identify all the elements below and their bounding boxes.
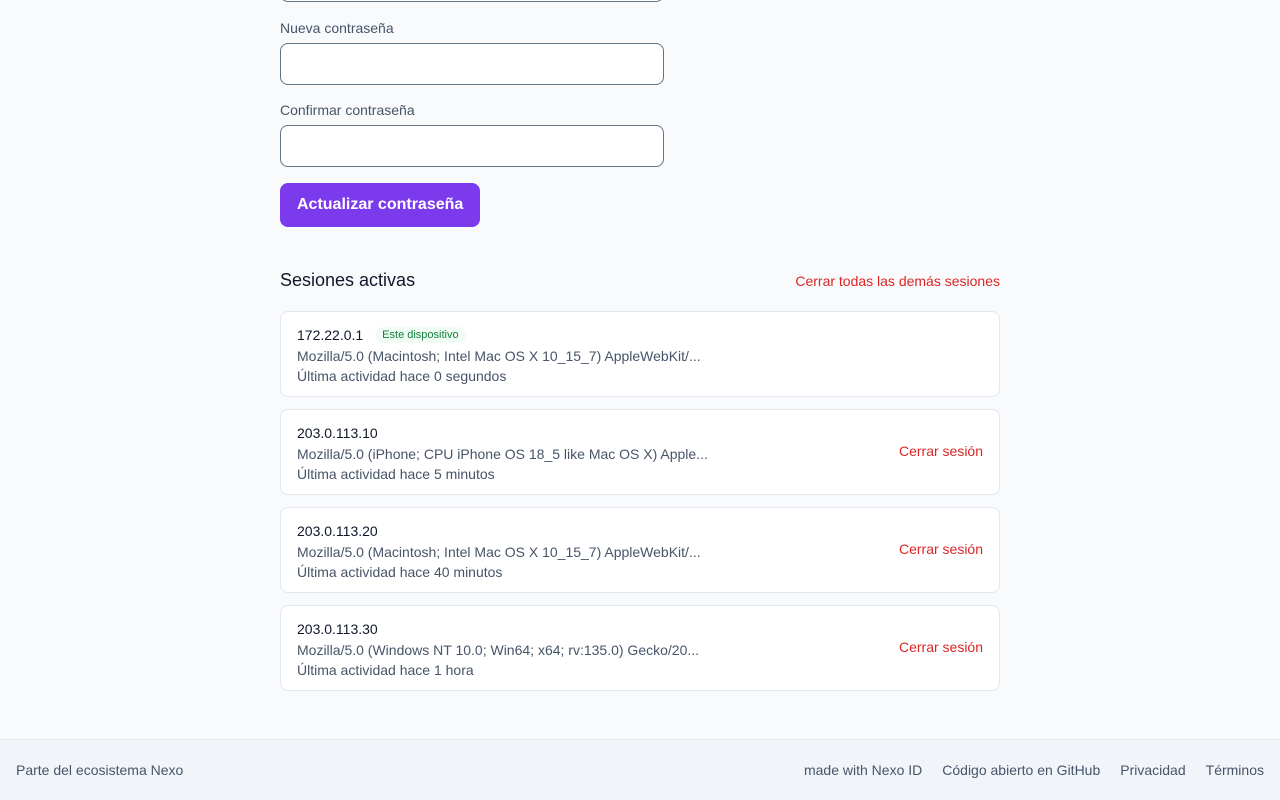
session-ip-row: 203.0.113.10 bbox=[297, 424, 983, 441]
footer-link-privacy[interactable]: Privacidad bbox=[1120, 762, 1185, 778]
session-ip-row: 203.0.113.30 bbox=[297, 620, 983, 637]
footer-link-terms[interactable]: Términos bbox=[1206, 762, 1264, 778]
confirm-password-input[interactable] bbox=[280, 125, 664, 167]
session-user-agent: Mozilla/5.0 (iPhone; CPU iPhone OS 18_5 … bbox=[297, 446, 708, 462]
new-password-input[interactable] bbox=[280, 43, 664, 85]
session-last-activity: Última actividad hace 40 minutos bbox=[297, 564, 503, 580]
account-security-page: Nueva contraseña Confirmar contraseña Ac… bbox=[0, 0, 1280, 800]
new-password-label: Nueva contraseña bbox=[280, 20, 394, 36]
session-ip-row: 203.0.113.20 bbox=[297, 522, 983, 539]
session-card: 203.0.113.30 Mozilla/5.0 (Windows NT 10.… bbox=[280, 605, 1000, 691]
session-ip: 203.0.113.20 bbox=[297, 522, 378, 539]
session-card: 203.0.113.20 Mozilla/5.0 (Macintosh; Int… bbox=[280, 507, 1000, 593]
session-user-agent: Mozilla/5.0 (Macintosh; Intel Mac OS X 1… bbox=[297, 544, 701, 560]
session-last-activity: Última actividad hace 5 minutos bbox=[297, 466, 495, 482]
session-ip: 203.0.113.10 bbox=[297, 424, 378, 441]
session-last-activity: Última actividad hace 0 segundos bbox=[297, 368, 507, 384]
session-last-activity: Última actividad hace 1 hora bbox=[297, 662, 474, 678]
revoke-session-button[interactable]: Cerrar sesión bbox=[899, 639, 983, 655]
revoke-session-button[interactable]: Cerrar sesión bbox=[899, 541, 983, 557]
current-device-badge: Este dispositivo bbox=[375, 326, 466, 343]
session-ip: 203.0.113.30 bbox=[297, 620, 378, 637]
session-ip: 172.22.0.1 bbox=[297, 326, 364, 343]
footer-link-github[interactable]: Código abierto en GitHub bbox=[942, 762, 1100, 778]
confirm-password-label: Confirmar contraseña bbox=[280, 102, 415, 118]
revoke-session-button[interactable]: Cerrar sesión bbox=[899, 443, 983, 459]
footer-link-made-with[interactable]: made with Nexo ID bbox=[804, 762, 922, 778]
session-user-agent: Mozilla/5.0 (Windows NT 10.0; Win64; x64… bbox=[297, 642, 700, 658]
revoke-all-sessions-link[interactable]: Cerrar todas las demás sesiones bbox=[795, 273, 1000, 289]
footer-ecosystem-text: Parte del ecosistema Nexo bbox=[16, 762, 184, 778]
update-password-button[interactable]: Actualizar contraseña bbox=[280, 183, 481, 227]
footer-links: made with Nexo ID Código abierto en GitH… bbox=[804, 762, 1264, 778]
session-user-agent: Mozilla/5.0 (Macintosh; Intel Mac OS X 1… bbox=[297, 348, 701, 364]
active-sessions-title: Sesiones activas bbox=[280, 270, 416, 290]
current-password-input[interactable] bbox=[280, 0, 664, 2]
session-ip-row: 172.22.0.1 Este dispositivo bbox=[297, 326, 983, 343]
session-list: 172.22.0.1 Este dispositivo Mozilla/5.0 … bbox=[280, 311, 1000, 703]
page-footer: Parte del ecosistema Nexo made with Nexo… bbox=[0, 739, 1280, 800]
session-card-current: 172.22.0.1 Este dispositivo Mozilla/5.0 … bbox=[280, 311, 1000, 397]
session-card: 203.0.113.10 Mozilla/5.0 (iPhone; CPU iP… bbox=[280, 409, 1000, 495]
